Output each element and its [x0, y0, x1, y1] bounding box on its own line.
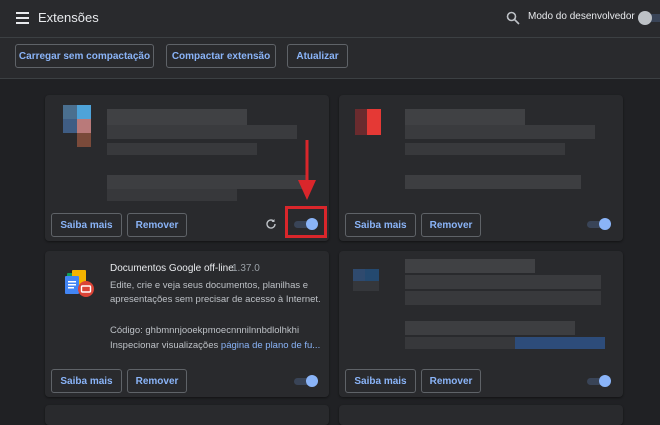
extension-enable-toggle[interactable] — [294, 375, 318, 387]
reload-icon[interactable] — [265, 218, 277, 230]
developer-mode-toggle[interactable] — [638, 11, 660, 25]
menu-icon[interactable] — [16, 12, 29, 24]
extension-card: Saiba mais Remover — [339, 251, 623, 397]
details-button[interactable]: Saiba mais — [345, 213, 416, 237]
developer-mode-label: Modo do desenvolvedor — [528, 11, 635, 22]
search-icon[interactable] — [506, 11, 520, 25]
extension-id: Código: ghbmnnjooekpmoecnnnilnnbdlolhkhi — [110, 325, 300, 336]
remove-button[interactable]: Remover — [421, 213, 481, 237]
details-button[interactable]: Saiba mais — [345, 369, 416, 393]
inspect-background-page-link[interactable]: página de plano de fu... — [221, 340, 320, 351]
arrow-annotation — [298, 140, 316, 200]
extension-card: Saiba mais Remover — [339, 95, 623, 241]
inspect-views-row: Inspecionar visualizações página de plan… — [110, 340, 320, 351]
inspect-views-label: Inspecionar visualizações — [110, 340, 219, 351]
extension-enable-toggle[interactable] — [587, 375, 611, 387]
extension-enable-toggle[interactable] — [587, 218, 611, 230]
extension-card — [339, 405, 623, 425]
extension-name: Documentos Google off-line — [110, 263, 234, 274]
extension-version: 1.37.0 — [232, 263, 260, 274]
extension-card: Documentos Google off-line 1.37.0 Edite,… — [45, 251, 329, 397]
toggle-highlight-box — [285, 206, 327, 238]
pack-extension-button[interactable]: Compactar extensão — [166, 44, 276, 68]
update-button[interactable]: Atualizar — [287, 44, 348, 68]
page-title: Extensões — [38, 10, 99, 25]
extension-description-line1: Edite, crie e veja seus documentos, plan… — [110, 280, 309, 291]
extension-card — [45, 405, 329, 425]
details-button[interactable]: Saiba mais — [51, 213, 122, 237]
google-docs-offline-icon — [65, 270, 94, 297]
action-bar: Carregar sem compactação Compactar exten… — [0, 38, 660, 79]
extension-description-line2: apresentações sem precisar de acesso à I… — [110, 294, 321, 305]
remove-button[interactable]: Remover — [127, 369, 187, 393]
top-bar: Extensões Modo do desenvolvedor — [0, 0, 660, 38]
remove-button[interactable]: Remover — [127, 213, 187, 237]
remove-button[interactable]: Remover — [421, 369, 481, 393]
details-button[interactable]: Saiba mais — [51, 369, 122, 393]
load-unpacked-button[interactable]: Carregar sem compactação — [15, 44, 154, 68]
